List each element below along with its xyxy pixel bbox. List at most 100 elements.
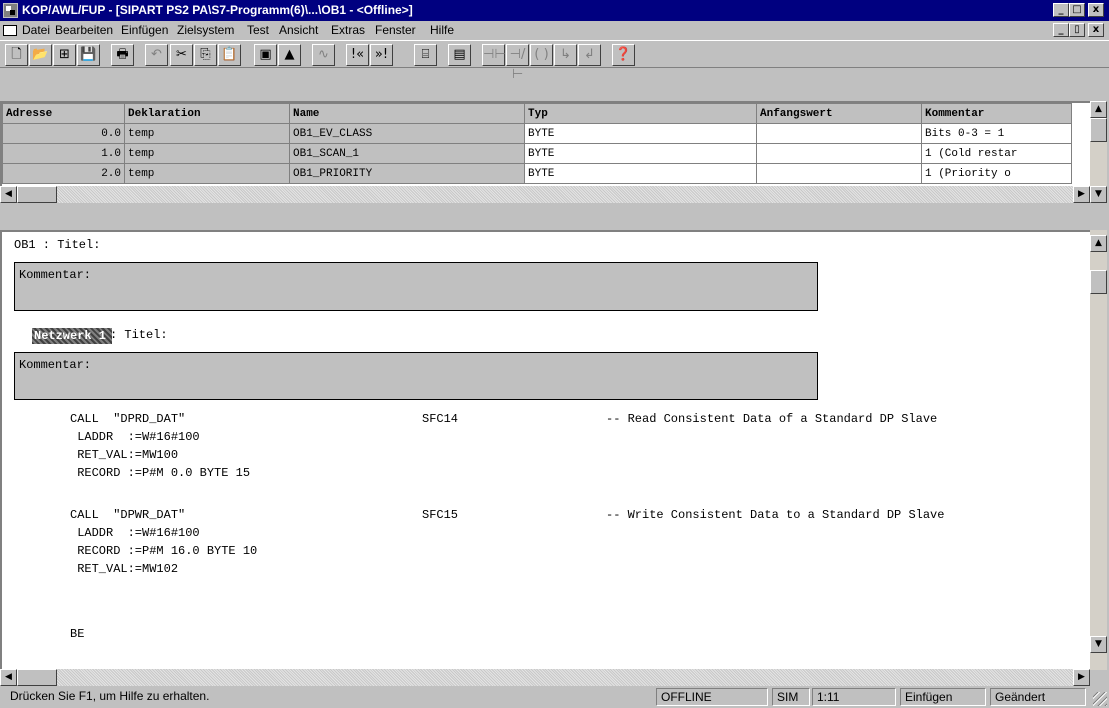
network-comment-box[interactable]: Kommentar: bbox=[14, 352, 818, 400]
doc-close-button[interactable]: x bbox=[1088, 23, 1104, 37]
scroll-up-icon[interactable]: ▲ bbox=[1090, 235, 1107, 252]
scroll-left-icon[interactable]: ◀ bbox=[0, 669, 17, 686]
open-icon[interactable]: 📂 bbox=[29, 44, 52, 66]
code-line[interactable]: CALL "DPRD_DAT" bbox=[70, 412, 185, 426]
scroll-up-icon[interactable]: ▲ bbox=[1090, 101, 1107, 118]
table-row[interactable]: 1.0 temp OB1_SCAN_1 BYTE 1 (Cold restar bbox=[2, 143, 1072, 164]
cut-icon[interactable]: ✂ bbox=[170, 44, 193, 66]
contact-nc-icon[interactable]: ⊣/⊢ bbox=[506, 44, 529, 82]
help-icon[interactable]: ❓ bbox=[612, 44, 635, 66]
menu-hilfe[interactable]: Hilfe bbox=[430, 21, 454, 40]
column-header-adresse[interactable]: Adresse bbox=[2, 103, 125, 124]
code-line[interactable]: LADDR :=W#16#100 bbox=[70, 430, 199, 444]
code-line[interactable]: LADDR :=W#16#100 bbox=[70, 526, 199, 540]
branch-close-icon[interactable]: ↲ bbox=[578, 44, 601, 66]
code-comment[interactable]: -- Write Consistent Data to a Standard D… bbox=[606, 508, 944, 522]
scroll-down-icon[interactable]: ▼ bbox=[1090, 186, 1107, 203]
address-cell: 1.0 bbox=[2, 143, 125, 164]
code-editor[interactable]: OB1 : Titel: Kommentar: Netzwerk 1 : Tit… bbox=[0, 230, 1090, 686]
editor-horizontal-scrollbar[interactable]: ◀ ▶ bbox=[0, 669, 1090, 686]
column-header-anfangswert[interactable]: Anfangswert bbox=[756, 103, 922, 124]
menu-datei[interactable]: Datei bbox=[22, 21, 50, 40]
document-icon[interactable] bbox=[3, 25, 17, 36]
doc-restore-button[interactable]: ▯ bbox=[1069, 23, 1085, 37]
scroll-right-icon[interactable]: ▶ bbox=[1073, 669, 1090, 686]
scroll-thumb[interactable] bbox=[1090, 118, 1107, 142]
menu-fenster[interactable]: Fenster bbox=[375, 21, 416, 40]
code-comment[interactable]: -- Read Consistent Data of a Standard DP… bbox=[606, 412, 937, 426]
new-icon[interactable]: 🗋 bbox=[5, 44, 28, 66]
menu-test[interactable]: Test bbox=[247, 21, 269, 40]
column-header-typ[interactable]: Typ bbox=[524, 103, 757, 124]
prev-network-icon[interactable]: !« bbox=[346, 44, 369, 66]
column-header-deklaration[interactable]: Deklaration bbox=[124, 103, 290, 124]
block-comment-box[interactable]: Kommentar: bbox=[14, 262, 818, 311]
editor-vertical-scrollbar[interactable]: ▲ ▼ bbox=[1090, 230, 1107, 670]
monitor-icon[interactable]: ∿ bbox=[312, 44, 335, 66]
status-mode: OFFLINE bbox=[656, 688, 768, 706]
program-elements-icon[interactable]: ▤ bbox=[448, 44, 471, 66]
print-icon[interactable]: 🖶 bbox=[111, 44, 134, 66]
code-block-ref[interactable]: SFC15 bbox=[422, 508, 458, 522]
comment-cell[interactable]: 1 (Priority o bbox=[921, 163, 1072, 184]
menu-bearbeiten[interactable]: Bearbeiten bbox=[55, 21, 113, 40]
initial-value-cell[interactable] bbox=[756, 123, 922, 144]
menu-zielsystem[interactable]: Zielsystem bbox=[177, 21, 234, 40]
scroll-thumb[interactable] bbox=[17, 669, 57, 686]
initial-value-cell[interactable] bbox=[756, 163, 922, 184]
address-cell: 0.0 bbox=[2, 123, 125, 144]
network-title[interactable]: : Titel: bbox=[110, 328, 168, 342]
coil-icon[interactable]: ( ) bbox=[530, 44, 553, 66]
save-icon[interactable]: 💾 bbox=[77, 44, 100, 66]
scroll-right-icon[interactable]: ▶ bbox=[1073, 186, 1090, 203]
code-line[interactable]: RECORD :=P#M 0.0 BYTE 15 bbox=[70, 466, 250, 480]
download-icon[interactable]: ▲ bbox=[278, 44, 301, 66]
network-label[interactable]: Netzwerk 1 bbox=[32, 328, 112, 344]
title-bar[interactable]: KOP/AWL/FUP - [SIPART PS2 PA\S7-Programm… bbox=[0, 0, 1109, 21]
paste-icon[interactable]: 📋 bbox=[218, 44, 241, 66]
menu-extras[interactable]: Extras bbox=[331, 21, 365, 40]
app-icon[interactable] bbox=[3, 3, 18, 18]
contact-no-icon[interactable]: ⊣⊢ bbox=[482, 44, 506, 66]
code-line[interactable]: CALL "DPWR_DAT" bbox=[70, 508, 185, 522]
initial-value-cell[interactable] bbox=[756, 143, 922, 164]
scroll-left-icon[interactable]: ◀ bbox=[0, 186, 17, 203]
resize-grip-icon[interactable] bbox=[1093, 692, 1107, 706]
code-block-ref[interactable]: SFC14 bbox=[422, 412, 458, 426]
undo-icon[interactable]: ↶ bbox=[145, 44, 168, 66]
pane-splitter[interactable] bbox=[0, 205, 1109, 209]
table-horizontal-scrollbar[interactable]: ◀ ▶ bbox=[0, 186, 1090, 203]
maximize-button[interactable]: □ bbox=[1069, 3, 1085, 17]
declaration-cell: temp bbox=[124, 143, 290, 164]
block-title[interactable]: OB1 : Titel: bbox=[14, 238, 100, 252]
table-vertical-scrollbar[interactable]: ▲ ▼ bbox=[1090, 101, 1107, 203]
address-cell: 2.0 bbox=[2, 163, 125, 184]
copy-icon[interactable]: ⎘ bbox=[194, 44, 217, 66]
load-icon[interactable]: ▣ bbox=[254, 44, 277, 66]
minimize-button[interactable]: _ bbox=[1053, 3, 1069, 17]
overview-icon[interactable]: ⌸ bbox=[414, 44, 437, 66]
type-cell[interactable]: BYTE bbox=[524, 123, 757, 144]
accessible-nodes-icon[interactable]: ⊞ bbox=[53, 44, 76, 66]
scroll-thumb[interactable] bbox=[1090, 270, 1107, 294]
comment-cell[interactable]: 1 (Cold restar bbox=[921, 143, 1072, 164]
menu-einfuegen[interactable]: Einfügen bbox=[121, 21, 168, 40]
table-row[interactable]: 0.0 temp OB1_EV_CLASS BYTE Bits 0-3 = 1 bbox=[2, 123, 1072, 144]
scroll-thumb[interactable] bbox=[17, 186, 57, 203]
code-line[interactable]: RET_VAL:=MW100 bbox=[70, 448, 178, 462]
code-line[interactable]: RET_VAL:=MW102 bbox=[70, 562, 178, 576]
end-statement[interactable]: BE bbox=[70, 627, 84, 641]
column-header-kommentar[interactable]: Kommentar bbox=[921, 103, 1072, 124]
table-row[interactable]: 2.0 temp OB1_PRIORITY BYTE 1 (Priority o bbox=[2, 163, 1072, 184]
doc-minimize-button[interactable]: _ bbox=[1053, 23, 1069, 37]
type-cell[interactable]: BYTE bbox=[524, 143, 757, 164]
column-header-name[interactable]: Name bbox=[289, 103, 525, 124]
scroll-down-icon[interactable]: ▼ bbox=[1090, 636, 1107, 653]
close-button[interactable]: x bbox=[1088, 3, 1104, 17]
type-cell[interactable]: BYTE bbox=[524, 163, 757, 184]
branch-open-icon[interactable]: ↳ bbox=[554, 44, 577, 66]
next-network-icon[interactable]: »! bbox=[370, 44, 393, 66]
code-line[interactable]: RECORD :=P#M 16.0 BYTE 10 bbox=[70, 544, 257, 558]
comment-cell[interactable]: Bits 0-3 = 1 bbox=[921, 123, 1072, 144]
menu-ansicht[interactable]: Ansicht bbox=[279, 21, 318, 40]
